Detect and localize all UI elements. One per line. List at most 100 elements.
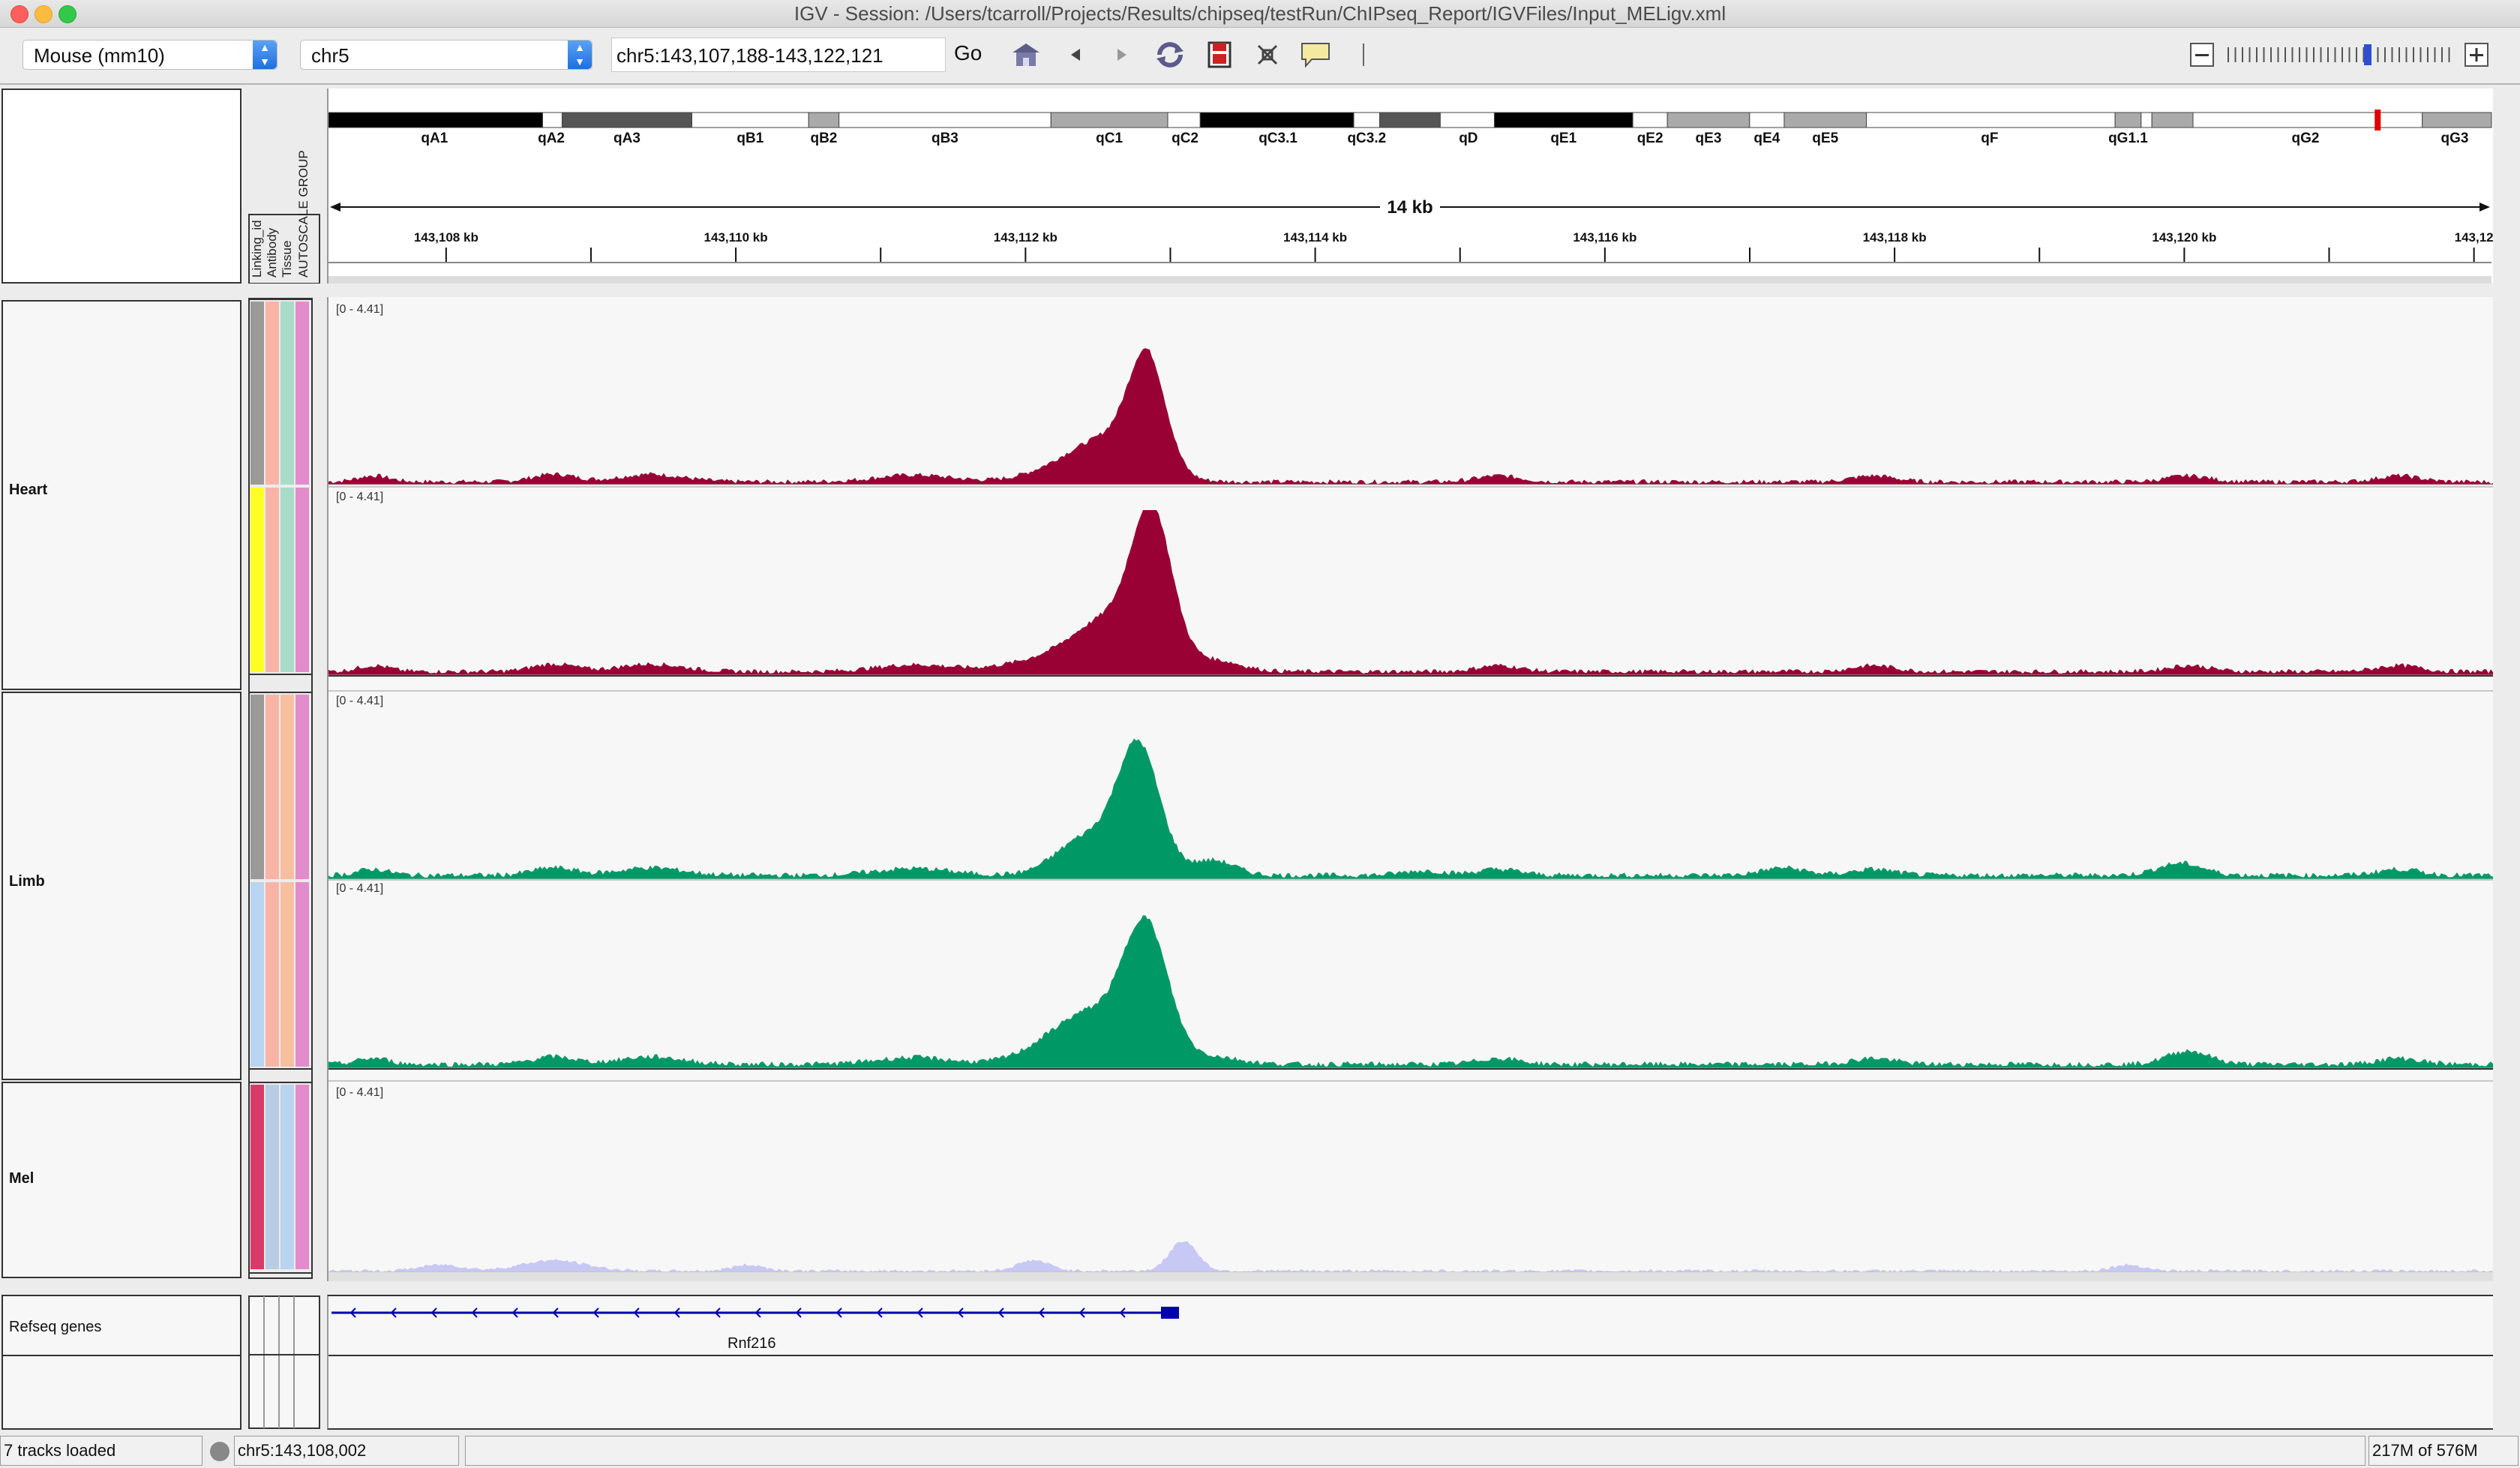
chevron-updown-icon: ▲ ▼	[253, 41, 277, 69]
ideogram-band-label: qG1.1	[2108, 131, 2148, 146]
gene-rnf216[interactable]	[332, 1307, 1179, 1319]
attribute-cell[interactable]	[280, 882, 294, 1067]
attribute-cell[interactable]	[266, 882, 279, 1067]
ideogram-band	[561, 112, 693, 128]
ideogram-band-label: qC1	[1096, 131, 1123, 146]
attribute-cell[interactable]	[280, 302, 294, 485]
zoom-tick	[2291, 47, 2294, 62]
ideogram-band-label: qE1	[1550, 131, 1576, 146]
chevron-updown-icon: ▲ ▼	[568, 41, 592, 69]
data-panel: [0 - 4.41] [0 - 4.41] [0 - 4.41] [0 - 4.…	[327, 297, 2493, 1281]
ideogram-band-label: qB2	[810, 131, 837, 146]
ideogram-band	[2114, 112, 2142, 128]
ideogram-band	[1666, 112, 1750, 128]
popup-text-icon[interactable]	[1299, 38, 1332, 71]
resize-icon[interactable]	[1251, 38, 1284, 71]
ideogram-band-label: qB1	[736, 131, 764, 146]
ruler-tick-label: 143,116 kb	[1573, 230, 1636, 245]
attribute-row-divider	[249, 1082, 312, 1083]
ideogram-band-label: qA3	[614, 131, 640, 146]
feature-divider	[328, 1355, 2493, 1356]
span-arrow-left-icon	[330, 203, 340, 212]
attribute-header-label[interactable]: Linking_id	[250, 220, 264, 278]
track-divider	[328, 1080, 2493, 1082]
ideogram-band	[1749, 112, 1785, 128]
attribute-cell[interactable]	[250, 302, 264, 485]
ideogram-band	[2192, 112, 2423, 128]
ideogram-band	[1632, 112, 1668, 128]
window-title: IGV - Session: /Users/tcarroll/Projects/…	[794, 2, 1726, 25]
zoom-tick	[2342, 47, 2343, 62]
attribute-cell[interactable]	[296, 695, 309, 879]
zoom-tick	[2434, 47, 2436, 62]
gene-label-rnf216[interactable]: Rnf216	[728, 1335, 776, 1352]
region-icon[interactable]	[1203, 38, 1236, 71]
ideogram-band-label: qE2	[1637, 131, 1664, 146]
heart-track-1-coverage[interactable]	[328, 348, 2493, 485]
attribute-header-label[interactable]: Antibody	[265, 227, 279, 278]
attribute-cell[interactable]	[250, 695, 264, 879]
attribute-row-divider	[249, 1272, 312, 1274]
track-range-limb-1: [0 - 4.41]	[336, 695, 384, 707]
attribute-cell[interactable]	[250, 882, 264, 1067]
feature-attribute-panel	[248, 1295, 322, 1430]
mel-track-1-coverage[interactable]	[328, 1241, 2493, 1272]
track-divider	[328, 486, 2493, 488]
track-range-heart-2: [0 - 4.41]	[336, 491, 384, 503]
zoom-tick	[2270, 47, 2272, 62]
zoom-tick	[2284, 47, 2286, 62]
attribute-cell[interactable]	[266, 488, 279, 672]
status-message-area	[465, 1436, 2366, 1466]
attribute-header-label[interactable]: Tissue	[280, 241, 294, 278]
refseq-genes-track-name[interactable]: Refseq genes	[9, 1319, 101, 1336]
ideogram-band-label: qF	[1981, 131, 1998, 146]
ideogram-band	[692, 112, 809, 128]
ideogram-band	[1050, 112, 1168, 128]
ruler-tick-label: 143,112 kb	[994, 230, 1058, 245]
chromosome-ideogram[interactable]: qA1 qA2 qA3 qB1 qB2 qB3 qC1 qC2 qC3.1 qC3.2 qD qE1 q…	[328, 110, 2492, 146]
title-bar: IGV - Session: /Users/tcarroll/Projects/…	[0, 0, 2520, 28]
ideogram-band	[1439, 112, 1495, 128]
home-icon[interactable]	[1010, 38, 1042, 71]
attribute-cell[interactable]	[250, 488, 264, 672]
locus-input[interactable]: chr5:143,107,188-143,122,121	[611, 38, 946, 72]
limb-track-1-coverage[interactable]	[328, 738, 2493, 879]
forward-icon[interactable]	[1106, 38, 1138, 71]
genome-select[interactable]: Mouse (mm10) ▲ ▼	[22, 40, 278, 70]
attribute-cell[interactable]	[296, 1085, 309, 1269]
attribute-cell[interactable]	[296, 488, 309, 672]
attribute-cell[interactable]	[266, 695, 279, 879]
zoom-slider-thumb[interactable]	[2364, 44, 2372, 65]
refresh-icon[interactable]	[1154, 38, 1186, 71]
attribute-cell[interactable]	[280, 695, 294, 879]
ideogram-band-label: qB3	[932, 131, 958, 146]
status-indicator-icon	[207, 1439, 232, 1464]
zoom-in-button[interactable]	[2463, 41, 2490, 68]
attribute-cell[interactable]	[250, 1085, 264, 1269]
attribute-cell[interactable]	[266, 302, 279, 485]
zoom-tick	[2277, 47, 2279, 62]
ruler-tick-label: 143,118 kb	[1863, 230, 1927, 245]
zoom-slider[interactable]	[2223, 41, 2456, 68]
attribute-cell[interactable]	[296, 302, 309, 485]
zoom-tick	[2320, 47, 2322, 62]
chromosome-select[interactable]: chr5 ▲ ▼	[300, 40, 592, 70]
attribute-cell[interactable]	[296, 882, 309, 1067]
go-button[interactable]: Go	[954, 41, 982, 65]
ideogram-band	[1866, 112, 2116, 128]
feature-divider	[3, 1355, 240, 1356]
attribute-header-label[interactable]: AUTOSCALE GROUP	[296, 150, 310, 278]
ideogram-band	[808, 112, 840, 128]
attribute-cell[interactable]	[280, 488, 294, 672]
back-icon[interactable]	[1059, 38, 1092, 71]
attribute-cell[interactable]	[280, 1085, 294, 1269]
heart-track-2-coverage[interactable]	[328, 510, 2493, 675]
track-range-heart-1: [0 - 4.41]	[336, 303, 384, 316]
zoom-tick	[2356, 47, 2357, 62]
limb-track-2-coverage[interactable]	[328, 915, 2493, 1068]
zoom-out-button[interactable]	[2188, 41, 2216, 68]
ideogram-band-label: qE5	[1812, 131, 1838, 146]
attribute-cell[interactable]	[266, 1085, 279, 1269]
zoom-tick	[2427, 47, 2428, 62]
ideogram-band	[542, 112, 562, 128]
